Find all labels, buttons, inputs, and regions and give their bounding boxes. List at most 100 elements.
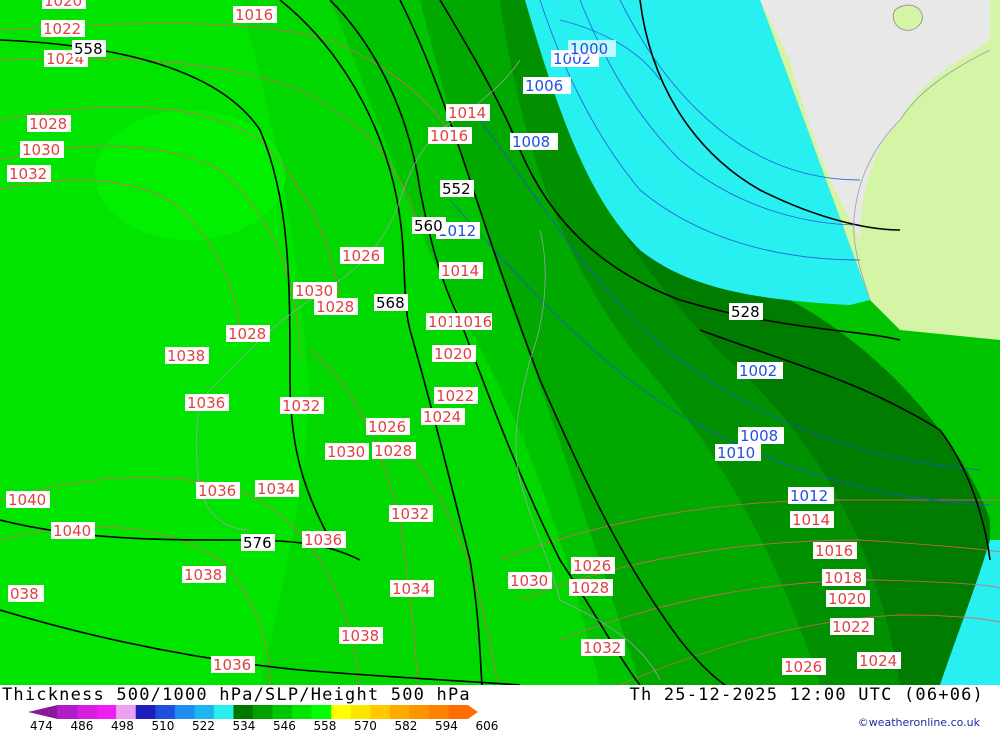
colorbar-swatch	[57, 705, 78, 719]
svg-text:1032: 1032	[583, 639, 621, 657]
map-title: Thickness 500/1000 hPa/SLP/Height 500 hP…	[2, 685, 471, 705]
svg-text:1024: 1024	[423, 408, 461, 426]
svg-text:1020: 1020	[44, 0, 82, 10]
colorbar	[28, 705, 478, 719]
svg-text:1010: 1010	[717, 444, 755, 462]
svg-text:1028: 1028	[228, 325, 266, 343]
colorbar-swatch	[77, 705, 98, 719]
svg-text:1016: 1016	[815, 542, 853, 560]
svg-text:1032: 1032	[391, 505, 429, 523]
svg-text:1034: 1034	[392, 580, 430, 598]
low-label: 1008	[510, 133, 558, 151]
colorbar-tick-label: 522	[192, 719, 215, 733]
slp-label: 1038	[339, 627, 383, 645]
svg-text:1038: 1038	[167, 347, 205, 365]
colorbar-tick-label: 486	[70, 719, 94, 733]
colorbar-swatch	[428, 705, 449, 719]
slp-label: 1028	[27, 115, 71, 133]
svg-text:1002: 1002	[739, 362, 777, 380]
thickness-max-center	[95, 110, 285, 240]
svg-text:1024: 1024	[859, 652, 897, 670]
svg-text:1032: 1032	[282, 397, 320, 415]
map-footer: Thickness 500/1000 hPa/SLP/Height 500 hP…	[0, 685, 1000, 733]
slp-label: 1036	[185, 394, 229, 412]
colorbar-swatch	[194, 705, 215, 719]
svg-text:1028: 1028	[29, 115, 67, 133]
colorbar-swatch	[213, 705, 234, 719]
low-label: 1000	[568, 40, 616, 58]
slp-label: 1032	[581, 639, 625, 657]
svg-text:1032: 1032	[9, 165, 47, 183]
slp-label: 1014	[790, 511, 834, 529]
colorbar-ticks: 474 486 498 510 522 534 546 558 570 582 594 606	[0, 719, 520, 733]
svg-text:1040: 1040	[8, 491, 46, 509]
slp-label: 1024	[857, 652, 901, 670]
slp-label: 1040	[51, 522, 95, 540]
colorbar-tick-label: 570	[354, 719, 377, 733]
slp-label: 1014	[439, 262, 483, 280]
colorbar-swatch	[253, 705, 274, 719]
svg-text:568: 568	[376, 294, 405, 312]
height-label: 528	[729, 303, 763, 321]
colorbar-tick-label: 534	[232, 719, 256, 733]
svg-text:1028: 1028	[571, 579, 609, 597]
colorbar-tick-label: 594	[435, 719, 458, 733]
slp-label: 1032	[7, 165, 51, 183]
colorbar-swatch	[350, 705, 371, 719]
svg-text:1038: 1038	[341, 627, 379, 645]
svg-text:1016: 1016	[454, 313, 492, 331]
colorbar-swatch	[272, 705, 293, 719]
slp-label: 1038	[165, 347, 209, 365]
svg-text:1008: 1008	[512, 133, 550, 151]
slp-label: 1018	[822, 569, 866, 587]
colorbar-swatch	[174, 705, 195, 719]
slp-label: 038	[8, 585, 44, 603]
svg-text:1012: 1012	[790, 487, 828, 505]
svg-text:1000: 1000	[570, 40, 608, 58]
svg-text:1014: 1014	[441, 262, 479, 280]
slp-label: 1032	[280, 397, 324, 415]
colorbar-tick-label: 510	[151, 719, 175, 733]
slp-label: 1030	[325, 443, 369, 461]
svg-text:558: 558	[74, 40, 103, 58]
colorbar-swatch	[28, 705, 58, 719]
svg-text:1018: 1018	[824, 569, 862, 587]
colorbar-swatch	[116, 705, 137, 719]
colorbar-tick-label: 498	[111, 719, 134, 733]
low-label: 1006	[523, 77, 571, 95]
slp-label: 1016	[813, 542, 857, 560]
colorbar-tick-label: 474	[30, 719, 53, 733]
slp-label: 1024	[421, 408, 465, 426]
slp-label: 1036	[302, 531, 346, 549]
slp-label: 1028	[314, 298, 358, 316]
slp-label: 1016	[233, 6, 277, 24]
svg-text:1030: 1030	[327, 443, 365, 461]
slp-label: 1028	[569, 579, 613, 597]
slp-label: 1026	[366, 418, 410, 436]
height-label: 576	[241, 534, 275, 552]
slp-label: 1020	[42, 0, 86, 10]
colorbar-swatch	[331, 705, 352, 719]
svg-text:1026: 1026	[573, 557, 611, 575]
slp-label: 1030	[508, 572, 552, 590]
slp-label: 1030	[20, 141, 64, 159]
svg-text:576: 576	[243, 534, 272, 552]
svg-text:1022: 1022	[436, 387, 474, 405]
svg-text:1020: 1020	[434, 345, 472, 363]
slp-label: 1016	[428, 127, 472, 145]
slp-label: 1040	[6, 491, 50, 509]
svg-text:038: 038	[10, 585, 39, 603]
svg-text:1036: 1036	[187, 394, 225, 412]
slp-label: 1016	[452, 313, 492, 331]
height-label: 552	[440, 180, 474, 198]
height-label: 568	[374, 294, 408, 312]
slp-label: 1036	[211, 656, 255, 674]
slp-label: 1032	[389, 505, 433, 523]
slp-label: 1022	[434, 387, 478, 405]
svg-text:1036: 1036	[198, 482, 236, 500]
svg-text:1016: 1016	[235, 6, 273, 24]
colorbar-swatch	[409, 705, 430, 719]
svg-text:1022: 1022	[43, 20, 81, 38]
low-label: 1002	[737, 362, 783, 380]
svg-text:552: 552	[442, 180, 471, 198]
